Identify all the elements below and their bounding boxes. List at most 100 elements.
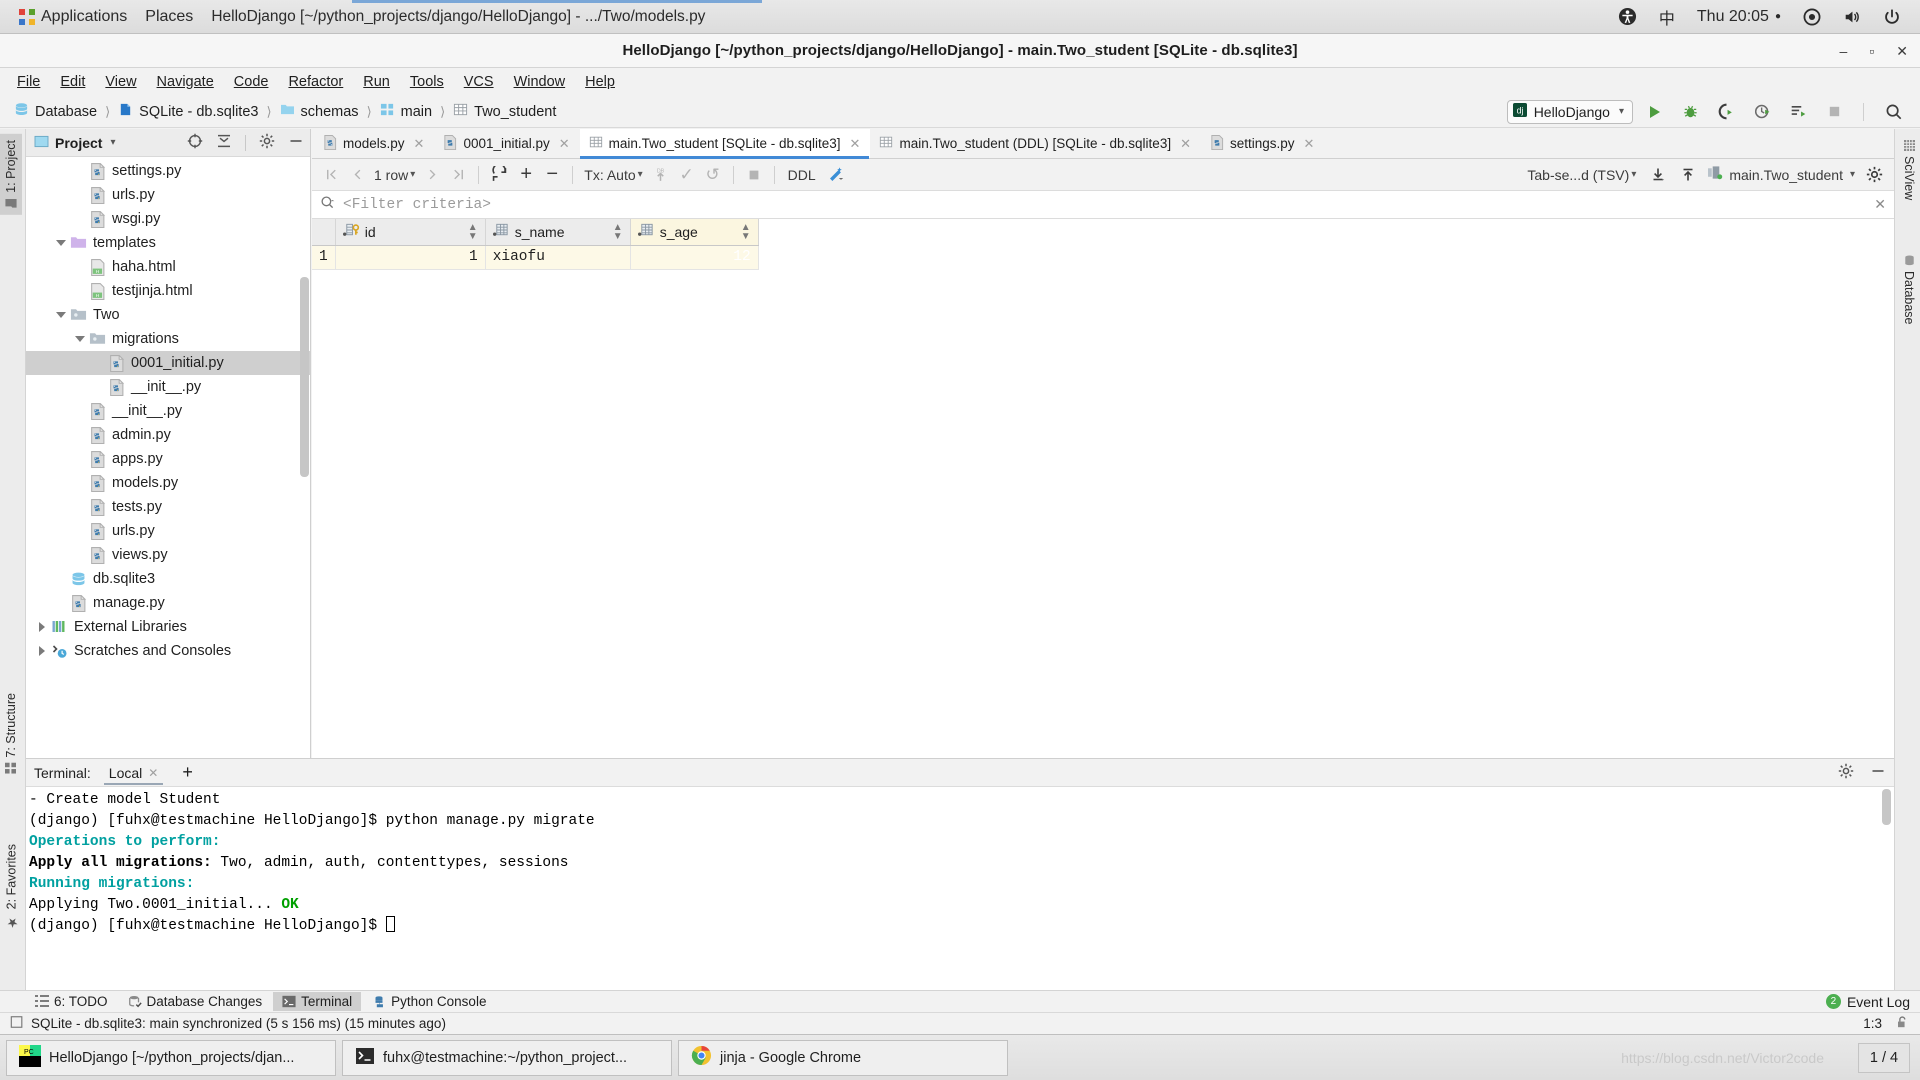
- menu-tools[interactable]: Tools: [401, 71, 453, 93]
- tree-item[interactable]: templates: [26, 231, 310, 255]
- debug-button[interactable]: [1677, 99, 1704, 125]
- terminal-scrollbar[interactable]: [1882, 789, 1891, 825]
- tree-item[interactable]: migrations: [26, 327, 310, 351]
- input-method-indicator[interactable]: 中: [1650, 2, 1684, 32]
- menu-run[interactable]: Run: [354, 71, 399, 93]
- terminal-hide-button[interactable]: [1870, 763, 1886, 782]
- table-row[interactable]: 1 1 xiaofu 12: [312, 245, 759, 270]
- search-everywhere-button[interactable]: [1880, 99, 1908, 125]
- tree-item[interactable]: Htestjinja.html: [26, 279, 310, 303]
- row-count-selector[interactable]: 1 row ▾: [370, 162, 419, 188]
- menu-help[interactable]: Help: [576, 71, 624, 93]
- output-format-selector[interactable]: Tab-se...d (TSV) ▾: [1521, 162, 1642, 188]
- column-header-id[interactable]: id ▲ ▼: [335, 219, 486, 246]
- tab-models-py[interactable]: models.py ✕: [314, 129, 434, 158]
- delete-row-button[interactable]: −: [539, 162, 565, 188]
- sidebar-item-structure[interactable]: 7: Structure: [0, 687, 22, 780]
- submit-to-database-button[interactable]: DB: [647, 162, 674, 188]
- breadcrumb-table[interactable]: Two_student: [449, 102, 560, 121]
- close-icon[interactable]: ✕: [1180, 136, 1191, 152]
- minimize-button[interactable]: –: [1840, 44, 1848, 58]
- volume-icon[interactable]: [1834, 5, 1870, 29]
- tree-scrollbar[interactable]: [300, 277, 309, 477]
- unlocked-icon[interactable]: [1895, 1015, 1910, 1033]
- first-row-button[interactable]: [318, 162, 344, 188]
- toolwindow-todo[interactable]: 6: TODO: [26, 992, 117, 1011]
- tree-item[interactable]: apps.py: [26, 447, 310, 471]
- applications-menu[interactable]: Applications: [10, 5, 136, 29]
- terminal-add-tab-button[interactable]: +: [176, 762, 199, 783]
- datagrid[interactable]: id ▲ ▼ s_name ▲ ▼ s_age ▲ ▼ 1 1 xiaofu 1…: [312, 219, 1894, 758]
- chevron-down-icon[interactable]: [55, 237, 68, 250]
- run-button[interactable]: [1642, 99, 1668, 125]
- sidebar-item-sciview[interactable]: SciView: [1898, 134, 1920, 206]
- sidebar-item-database[interactable]: Database: [1898, 249, 1920, 331]
- close-icon[interactable]: ✕: [148, 766, 158, 780]
- tree-item[interactable]: urls.py: [26, 183, 310, 207]
- event-log-button[interactable]: 2 Event Log: [1825, 994, 1920, 1010]
- menu-vcs[interactable]: VCS: [455, 71, 503, 93]
- close-icon[interactable]: ✕: [414, 136, 425, 152]
- taskbar-item-terminal[interactable]: fuhx@testmachine:~/python_project...: [342, 1039, 672, 1076]
- ddl-button[interactable]: DDL: [782, 162, 822, 188]
- locate-button[interactable]: [187, 133, 203, 152]
- taskbar-item-pycharm[interactable]: PC HelloDjango [~/python_projects/djan..…: [6, 1039, 336, 1076]
- menu-code[interactable]: Code: [225, 71, 278, 93]
- terminal-output[interactable]: - Create model Student (django) [fuhx@tes…: [26, 787, 1894, 990]
- tree-item[interactable]: admin.py: [26, 423, 310, 447]
- tree-item[interactable]: urls.py: [26, 519, 310, 543]
- tree-item[interactable]: models.py: [26, 471, 310, 495]
- sort-arrows-icon[interactable]: ▲ ▼: [468, 222, 478, 241]
- breadcrumb-datasource[interactable]: SQLite - db.sqlite3: [114, 102, 262, 121]
- menu-refactor[interactable]: Refactor: [279, 71, 352, 93]
- tree-item[interactable]: views.py: [26, 543, 310, 567]
- workspace-switcher[interactable]: 1 / 4: [1858, 1043, 1910, 1073]
- taskbar-item-chrome[interactable]: jinja - Google Chrome: [678, 1039, 1008, 1076]
- tree-item[interactable]: External Libraries: [26, 615, 310, 639]
- tree-item[interactable]: __init__.py: [26, 375, 310, 399]
- chevron-down-icon[interactable]: [74, 333, 87, 346]
- terminal-settings-button[interactable]: [1838, 763, 1854, 782]
- close-button[interactable]: ✕: [1896, 44, 1908, 58]
- menu-window[interactable]: Window: [505, 71, 575, 93]
- network-icon[interactable]: [1794, 5, 1830, 29]
- cancel-query-button[interactable]: [741, 162, 767, 188]
- places-menu[interactable]: Places: [136, 5, 202, 29]
- tree-item[interactable]: tests.py: [26, 495, 310, 519]
- hide-button[interactable]: [288, 133, 304, 152]
- menu-navigate[interactable]: Navigate: [148, 71, 223, 93]
- table-selector[interactable]: main.Two_student ▾: [1704, 162, 1859, 188]
- chevron-right-icon[interactable]: [36, 645, 49, 658]
- tab-0001-initial-py[interactable]: 0001_initial.py ✕: [434, 129, 579, 158]
- settings-button[interactable]: [259, 133, 275, 152]
- maximize-button[interactable]: ▫: [1869, 44, 1874, 58]
- clock[interactable]: Thu 20:05 ●: [1688, 5, 1790, 29]
- close-icon[interactable]: ✕: [850, 136, 861, 152]
- close-icon[interactable]: ✕: [1304, 136, 1315, 152]
- power-icon[interactable]: [1874, 5, 1910, 29]
- run-dashboard-button[interactable]: [1785, 99, 1812, 125]
- tab-two-student-ddl[interactable]: main.Two_student (DDL) [SQLite - db.sqli…: [870, 129, 1201, 158]
- breadcrumb-database[interactable]: Database: [10, 102, 101, 121]
- prev-row-button[interactable]: [344, 162, 370, 188]
- menu-edit[interactable]: Edit: [51, 71, 94, 93]
- tree-item[interactable]: Hhaha.html: [26, 255, 310, 279]
- terminal-tab-local[interactable]: Local ✕: [101, 762, 167, 785]
- tree-item[interactable]: 0001_initial.py: [26, 351, 310, 375]
- tree-item[interactable]: settings.py: [26, 159, 310, 183]
- cell-id[interactable]: 1: [335, 245, 486, 270]
- last-row-button[interactable]: [445, 162, 471, 188]
- breadcrumb-schema-main[interactable]: main: [376, 102, 436, 121]
- chevron-down-icon[interactable]: [55, 309, 68, 322]
- run-with-coverage-button[interactable]: [1713, 99, 1740, 125]
- tree-item[interactable]: Two: [26, 303, 310, 327]
- sidebar-item-project[interactable]: 1: Project: [0, 134, 22, 215]
- project-tree[interactable]: settings.py urls.py wsgi.py templates Hhaha.…: [26, 157, 310, 758]
- tab-settings-py[interactable]: settings.py ✕: [1201, 129, 1324, 158]
- datagrid-settings-button[interactable]: [1861, 162, 1888, 188]
- cell-s-name[interactable]: xiaofu: [485, 245, 631, 270]
- breadcrumb-schemas[interactable]: schemas: [276, 103, 363, 120]
- toolwindow-database-changes[interactable]: Database Changes: [119, 992, 272, 1011]
- close-icon[interactable]: ✕: [559, 136, 570, 152]
- commit-button[interactable]: ✓: [674, 162, 700, 188]
